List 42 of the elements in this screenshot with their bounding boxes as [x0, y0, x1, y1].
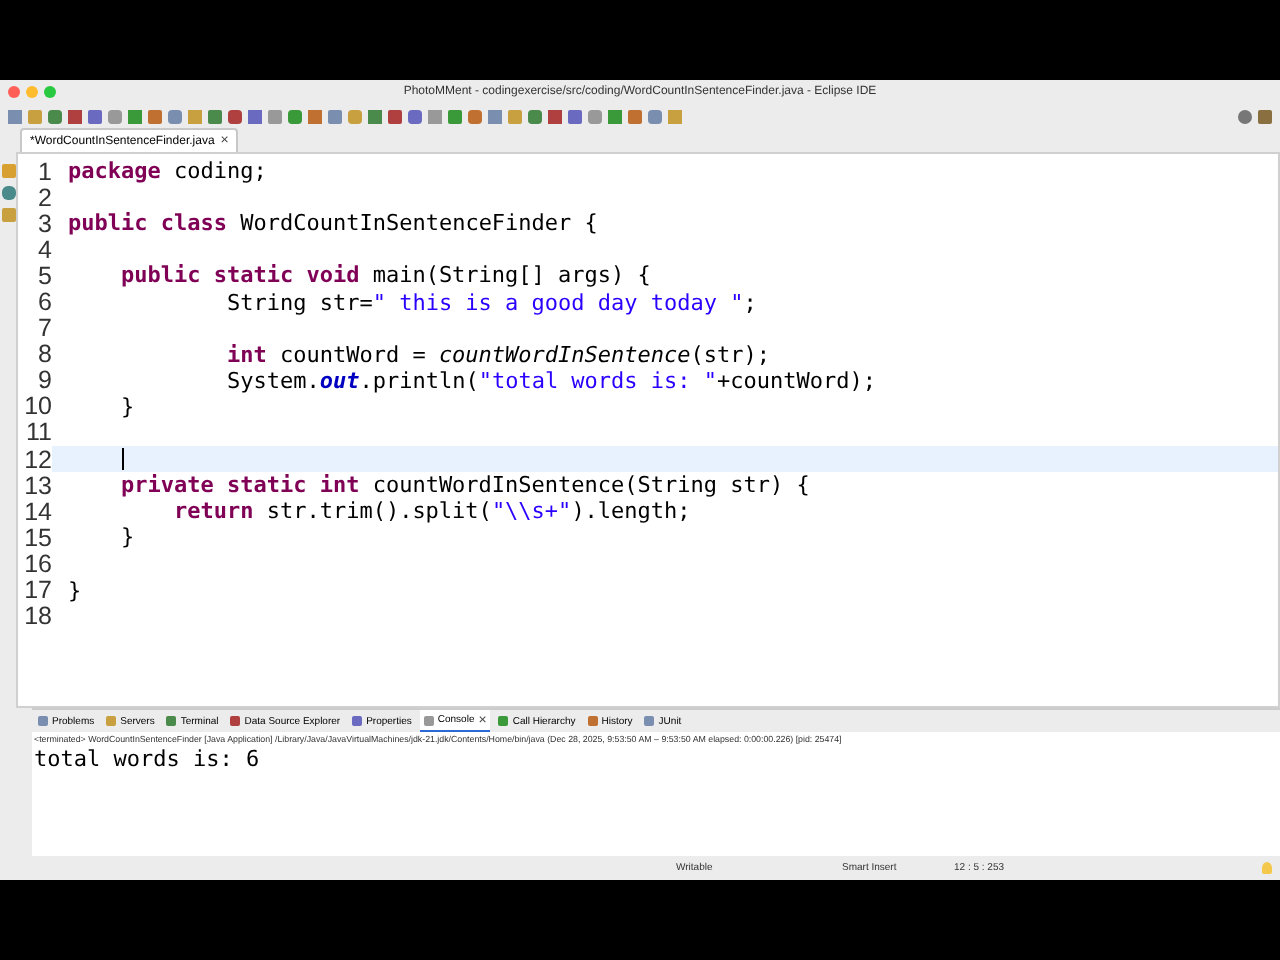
line-number: 17	[22, 577, 52, 604]
line-number: 2	[36, 184, 52, 211]
view-icon	[106, 716, 117, 726]
text-cursor	[122, 448, 124, 471]
view-icon	[38, 716, 48, 726]
view-icon	[166, 716, 177, 726]
line-number: 5	[36, 262, 52, 289]
code-text: }	[66, 577, 82, 604]
code-text: return str.trim().split("\\s+").length;	[171, 498, 691, 525]
code-text: package coding;	[66, 158, 267, 185]
line-number: 11	[24, 419, 52, 447]
code-text: }	[118, 393, 135, 420]
line-number: 6	[36, 288, 52, 316]
code-text: System.out.println("total words is: "+countWord);	[224, 367, 877, 394]
line-number: 8	[36, 341, 52, 368]
console-output: total words is: 6	[32, 746, 262, 772]
close-window-button[interactable]	[8, 86, 20, 98]
line-number: 13	[22, 472, 52, 499]
code-text: public static void main(String[] args) {	[118, 262, 651, 289]
line-number: 14	[22, 498, 52, 525]
view-icon	[498, 716, 509, 726]
line-number: 3	[36, 210, 52, 237]
code-text: }	[118, 524, 135, 551]
line-number: 10	[22, 393, 52, 420]
line-number: 15	[22, 524, 52, 551]
line-number: 7	[36, 315, 52, 342]
zoom-window-button[interactable]	[44, 86, 56, 98]
code-text: int countWord = countWordInSentence(str);	[224, 341, 771, 368]
code-text: private static int countWordInSentence(String str) {	[118, 472, 810, 499]
line-number: 9	[36, 367, 52, 394]
view-icon	[644, 716, 655, 726]
view-icon	[423, 715, 434, 725]
line-number: 16	[22, 550, 52, 577]
view-icon	[587, 716, 598, 726]
code-text: public class WordCountInSentenceFinder {	[66, 210, 598, 237]
view-icon	[230, 716, 241, 726]
line-number: 18	[22, 603, 52, 630]
line-number: 1	[36, 158, 52, 185]
line-number: 4	[36, 236, 52, 263]
view-icon	[352, 716, 363, 726]
code-text: String str=" this is a good day today ";	[224, 289, 757, 316]
line-number: 12	[22, 446, 52, 473]
